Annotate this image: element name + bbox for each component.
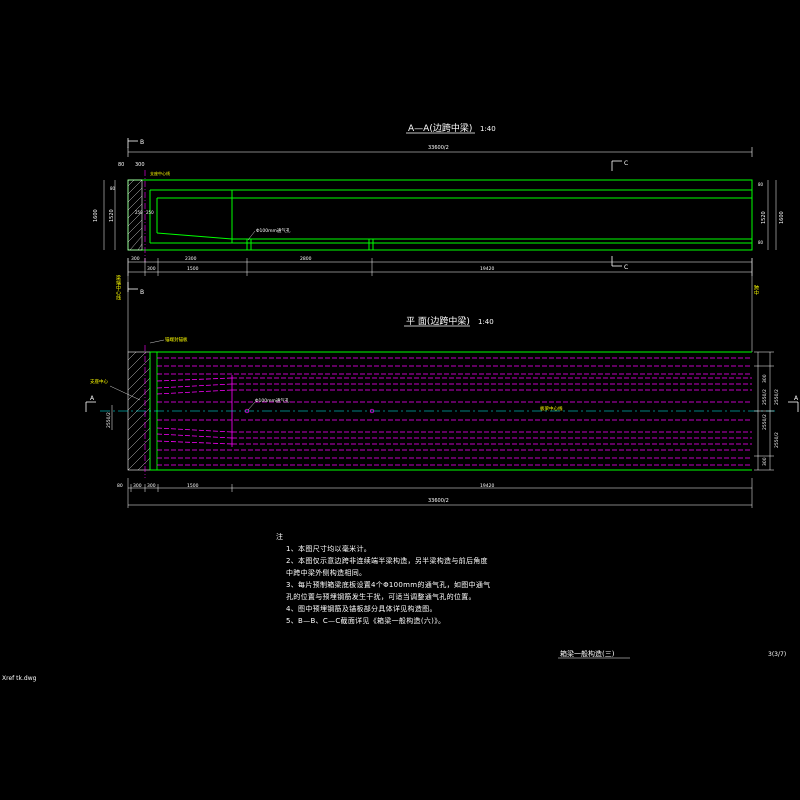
plan-view: 平 面(边跨中梁) 1:40 锚端封锚板 支座中心 Φ100mm通气孔 板梁中心… <box>85 315 799 508</box>
section-dim-2300: 2300 <box>185 256 197 262</box>
note-item-1: 1、本图尺寸均以毫米计。 <box>286 545 372 553</box>
section-right-dim-bottom: 80 <box>758 240 764 245</box>
plan-tendons <box>156 357 752 466</box>
file-label: Xref tk.dwg <box>2 675 37 682</box>
cut-a-left: A <box>90 395 95 402</box>
section-left-dim-inner: 1520 <box>109 209 115 222</box>
plan-right-dim-c: 2550/2 <box>762 414 768 430</box>
plan-dim-300b: 300 <box>147 483 156 489</box>
plan-support-label: 支座中心 <box>90 378 108 385</box>
section-left-dim-top: 80 <box>110 186 116 191</box>
section-right-dim-top: 80 <box>758 182 764 187</box>
plan-dim-80: 80 <box>117 483 123 489</box>
section-scale: 1:40 <box>480 125 496 133</box>
sheet-number: 3(3/7) <box>768 651 786 658</box>
cad-drawing: A—A(边跨中梁) 1:40 33600/2 80 300 支座中心线 B B … <box>2 122 799 682</box>
section-dim-80-top: 80 <box>118 162 124 168</box>
plan-dim-19420: 19420 <box>480 483 494 489</box>
section-end-hatch <box>127 179 143 251</box>
cut-c-top: C <box>624 160 628 167</box>
cut-c-bottom: C <box>624 264 628 271</box>
section-dim-19420: 19420 <box>480 266 494 272</box>
right-vertical-label: 跨中 <box>753 284 759 296</box>
section-dim-2800: 2800 <box>300 256 312 262</box>
plan-dim-300a: 300 <box>133 483 142 489</box>
sheet-title: 箱梁一般构造(三) <box>560 649 615 658</box>
section-dim-300a: 300 <box>131 256 140 262</box>
plan-dim-1500: 1500 <box>187 483 199 489</box>
plan-left-dim: 2550/2 <box>106 412 112 428</box>
notes-heading: 注 <box>276 533 284 541</box>
section-beam-outline <box>127 179 753 251</box>
section-support-label: 支座中心线 <box>150 170 170 176</box>
section-left-dim-height: 1600 <box>93 209 99 222</box>
left-vertical-label: 梁端中心线 <box>115 274 121 300</box>
section-dim-300b: 300 <box>147 266 156 272</box>
cut-a-right: A <box>794 395 799 402</box>
section-right-dim-inner: 1520 <box>761 211 767 224</box>
plan-right-dim-d: 300 <box>762 457 768 466</box>
section-total-dim: 33600/2 <box>428 145 449 151</box>
plan-centerline-label: 板梁中心线 <box>540 405 563 412</box>
section-inner-dim-a: 250 <box>135 210 143 215</box>
note-item-4: 4、图中预埋钢筋及锚板部分具体详见构造图。 <box>286 605 437 613</box>
cut-b-bottom: B <box>140 289 144 296</box>
plan-vent-label: Φ100mm通气孔 <box>255 397 290 404</box>
note-item-2: 2、本图仅示意边跨非连续端半梁构造，另半梁构造与前后角度 <box>286 557 488 565</box>
note-item-3b: 孔的位置与预埋钢筋发生干扰，可适当调整通气孔的位置。 <box>286 593 476 601</box>
note-item-5: 5、B—B、C—C截面详见《箱梁一般构造(六)》。 <box>286 617 446 625</box>
plan-total-dim: 33600/2 <box>428 498 449 504</box>
section-title: A—A(边跨中梁) <box>408 122 472 134</box>
plan-scale: 1:40 <box>478 318 494 326</box>
note-item-2b: 中跨中梁外侧构造相同。 <box>286 569 367 577</box>
plan-right-dim-e: 2550/2 <box>774 389 780 405</box>
plan-right-dim-f: 2550/2 <box>774 432 780 448</box>
section-inner-dim-b: 250 <box>146 210 154 215</box>
section-vent-label: Φ100mm通气孔 <box>256 227 291 234</box>
plan-title: 平 面(边跨中梁) <box>406 315 470 327</box>
section-view: A—A(边跨中梁) 1:40 33600/2 80 300 支座中心线 B B … <box>93 122 785 296</box>
plan-right-dim-a: 300 <box>762 374 768 383</box>
section-right-dim-height: 1600 <box>779 211 785 224</box>
plan-end-plate-label: 锚端封锚板 <box>165 336 188 343</box>
plan-right-dim-b: 2550/2 <box>762 389 768 405</box>
section-dim-300-top: 300 <box>135 162 145 168</box>
cut-b-top: B <box>140 139 144 146</box>
section-dim-1500: 1500 <box>187 266 199 272</box>
note-item-3: 3、每片预制箱梁底板设置4个Φ100mm的通气孔，如图中通气 <box>286 581 491 589</box>
